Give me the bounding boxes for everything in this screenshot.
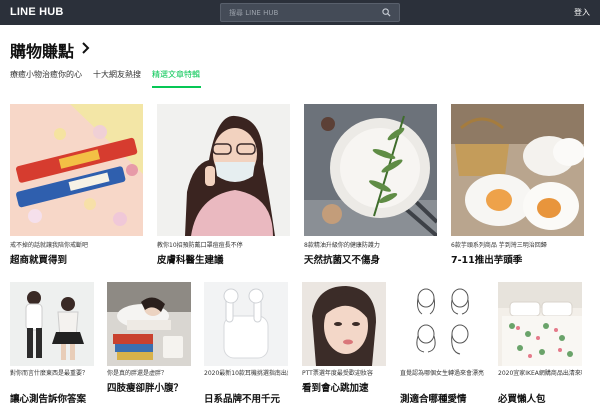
article-description: 你是真的胖還是虛胖？ — [107, 370, 168, 377]
article-title[interactable]: 必買懶人包 — [498, 391, 582, 405]
article-title[interactable]: 測適合哪種愛情 — [400, 391, 484, 405]
article-description: 2020宜家IKEA網購商品出清來囉！ — [498, 370, 582, 377]
article-thumbnail[interactable] — [10, 282, 94, 366]
article-description: 戒不掉的話就讓我陪你戒斷吧 — [10, 242, 89, 249]
chevron-right-icon[interactable] — [80, 41, 90, 55]
search-placeholder[interactable]: 搜尋 LINE HUB — [229, 8, 278, 18]
article-card[interactable]: 8款精油升級你的健康防護力 天然抗菌又不傷身 — [304, 104, 437, 266]
login-link[interactable]: 登入 — [574, 7, 590, 18]
search-box[interactable]: 搜尋 LINE HUB — [220, 3, 400, 22]
article-card[interactable]: 你是真的胖還是虛胖？ 四肢瘦卻胖小腹？ — [107, 282, 191, 410]
article-thumbnail[interactable] — [304, 104, 437, 236]
article-title[interactable]: 超商就買得到 — [10, 252, 143, 266]
article-thumbnail[interactable] — [498, 282, 582, 366]
article-thumbnail[interactable] — [157, 104, 290, 236]
article-description: 8款精油升級你的健康防護力 — [304, 242, 380, 249]
article-title[interactable]: 皮膚科醫生建議 — [157, 252, 290, 266]
article-thumbnail[interactable] — [302, 282, 386, 366]
line-hub-logo[interactable]: LINE HUB — [10, 6, 64, 18]
article-card[interactable]: 戒不掉的話就讓我陪你戒斷吧 超商就買得到 — [10, 104, 143, 266]
article-description: 6款芋頭系列商品 芋到灣三明治回歸 — [451, 242, 547, 249]
top-navigation-bar: LINE HUB 搜尋 LINE HUB 登入 — [0, 0, 600, 25]
article-title[interactable]: 7-11推出芋頭季 — [451, 252, 584, 266]
tab-healing-items[interactable]: 療癒小物治癒你的心 — [10, 69, 82, 80]
article-thumbnail[interactable] — [107, 282, 191, 366]
article-card[interactable]: 教你10招預防戴口罩痘痘長不停 皮膚科醫生建議 — [157, 104, 290, 266]
article-title[interactable]: 四肢瘦卻胖小腹？ — [107, 380, 191, 394]
article-thumbnail[interactable] — [204, 282, 288, 366]
page-title: 購物賺點 — [10, 42, 75, 61]
tab-featured-articles[interactable]: 精選文章特輯 — [152, 69, 200, 80]
article-description: 對你而言什麼東西是最重要？ — [10, 370, 89, 377]
article-card[interactable]: 對你而言什麼東西是最重要？ 讓心測告訴你答案 — [10, 282, 94, 410]
article-card[interactable]: PTT票選年度最受歡迎妝容 看到會心跳加速 — [302, 282, 386, 410]
article-description: 直覺認為哪個女生轉過來會漂亮 — [400, 370, 484, 377]
article-description: 教你10招預防戴口罩痘痘長不停 — [157, 242, 243, 249]
article-title[interactable]: 讓心測告訴你答案 — [10, 391, 94, 405]
article-card[interactable]: 直覺認為哪個女生轉過來會漂亮 測適合哪種愛情 — [400, 282, 484, 410]
article-title[interactable]: 看到會心跳加速 — [302, 380, 386, 394]
article-thumbnail[interactable] — [400, 282, 484, 366]
article-description: 2020最新10款耳機挑選指南出爐 — [204, 370, 288, 377]
article-thumbnail[interactable] — [451, 104, 584, 236]
article-thumbnail[interactable] — [10, 104, 143, 236]
tab-top-searches[interactable]: 十大網友熱搜 — [93, 69, 141, 80]
article-card[interactable]: 2020宜家IKEA網購商品出清來囉！ 必買懶人包 — [498, 282, 582, 410]
active-tab-indicator — [152, 86, 201, 88]
article-description: PTT票選年度最受歡迎妝容 — [302, 370, 373, 377]
article-card[interactable]: 6款芋頭系列商品 芋到灣三明治回歸 7-11推出芋頭季 — [451, 104, 584, 266]
article-title[interactable]: 天然抗菌又不傷身 — [304, 252, 437, 266]
search-icon[interactable] — [382, 8, 391, 17]
article-title[interactable]: 日系品牌不用千元 — [204, 391, 288, 405]
article-card[interactable]: 2020最新10款耳機挑選指南出爐 日系品牌不用千元 — [204, 282, 288, 410]
